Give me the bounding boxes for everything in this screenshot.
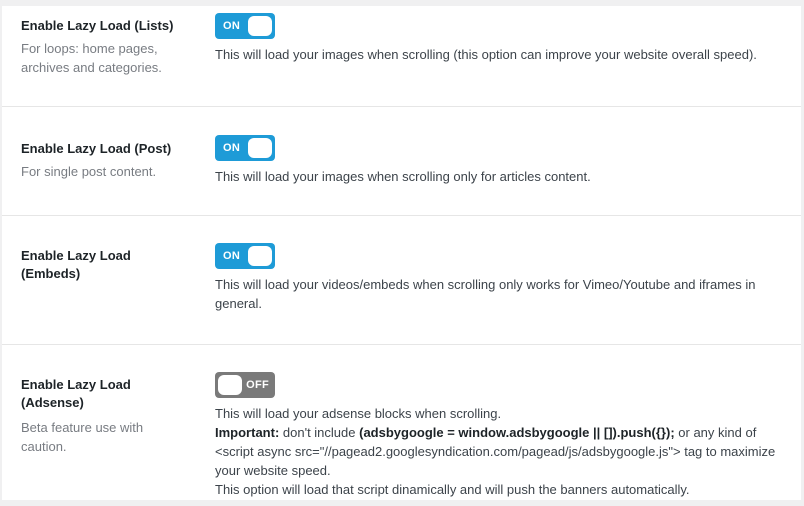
setting-row-post: Enable Lazy Load (Post) For single post … [2,107,801,216]
setting-description: This will load your adsense blocks when … [215,404,790,499]
setting-row-lists: Enable Lazy Load (Lists) For loops: home… [2,6,801,107]
toggle-knob [248,16,272,36]
important-label: Important: [215,425,280,440]
toggle-knob [218,375,242,395]
setting-row-adsense: Enable Lazy Load (Adsense) Beta feature … [2,345,801,500]
setting-subtitle: For single post content. [21,164,157,179]
toggle-state-label: ON [223,142,241,154]
setting-title: Enable Lazy Load (Embeds) [21,248,131,281]
lazy-load-embeds-toggle[interactable]: ON [215,243,275,269]
adsense-description: This will load your adsense blocks when … [215,406,502,421]
setting-title: Enable Lazy Load (Lists) [21,18,174,33]
lazy-load-post-toggle[interactable]: ON [215,135,275,161]
setting-description: This will load your videos/embeds when s… [215,277,756,311]
lazy-load-adsense-toggle[interactable]: OFF [215,372,275,398]
setting-row-embeds: Enable Lazy Load (Embeds) ON This will l… [2,216,801,345]
toggle-state-label: OFF [246,379,269,391]
setting-title: Enable Lazy Load (Post) [21,141,172,156]
setting-title: Enable Lazy Load (Adsense) [21,377,131,410]
setting-subtitle: Beta feature use with caution. [21,420,144,454]
toggle-knob [248,138,272,158]
toggle-knob [248,246,272,266]
adsense-extra-note: This option will load that script dinami… [215,482,690,497]
setting-description: This will load your images when scrollin… [215,169,591,184]
important-code: (adsbygoogle = window.adsbygoogle || [])… [359,425,675,440]
toggle-state-label: ON [223,250,241,262]
lazy-load-lists-toggle[interactable]: ON [215,13,275,39]
setting-subtitle: For loops: home pages, archives and cate… [21,41,162,75]
toggle-state-label: ON [223,20,241,32]
adsense-important-note: Important: don't include (adsbygoogle = … [215,423,790,480]
settings-panel: Enable Lazy Load (Lists) For loops: home… [2,6,801,500]
important-text: don't include [279,425,360,440]
setting-description: This will load your images when scrollin… [215,47,757,62]
